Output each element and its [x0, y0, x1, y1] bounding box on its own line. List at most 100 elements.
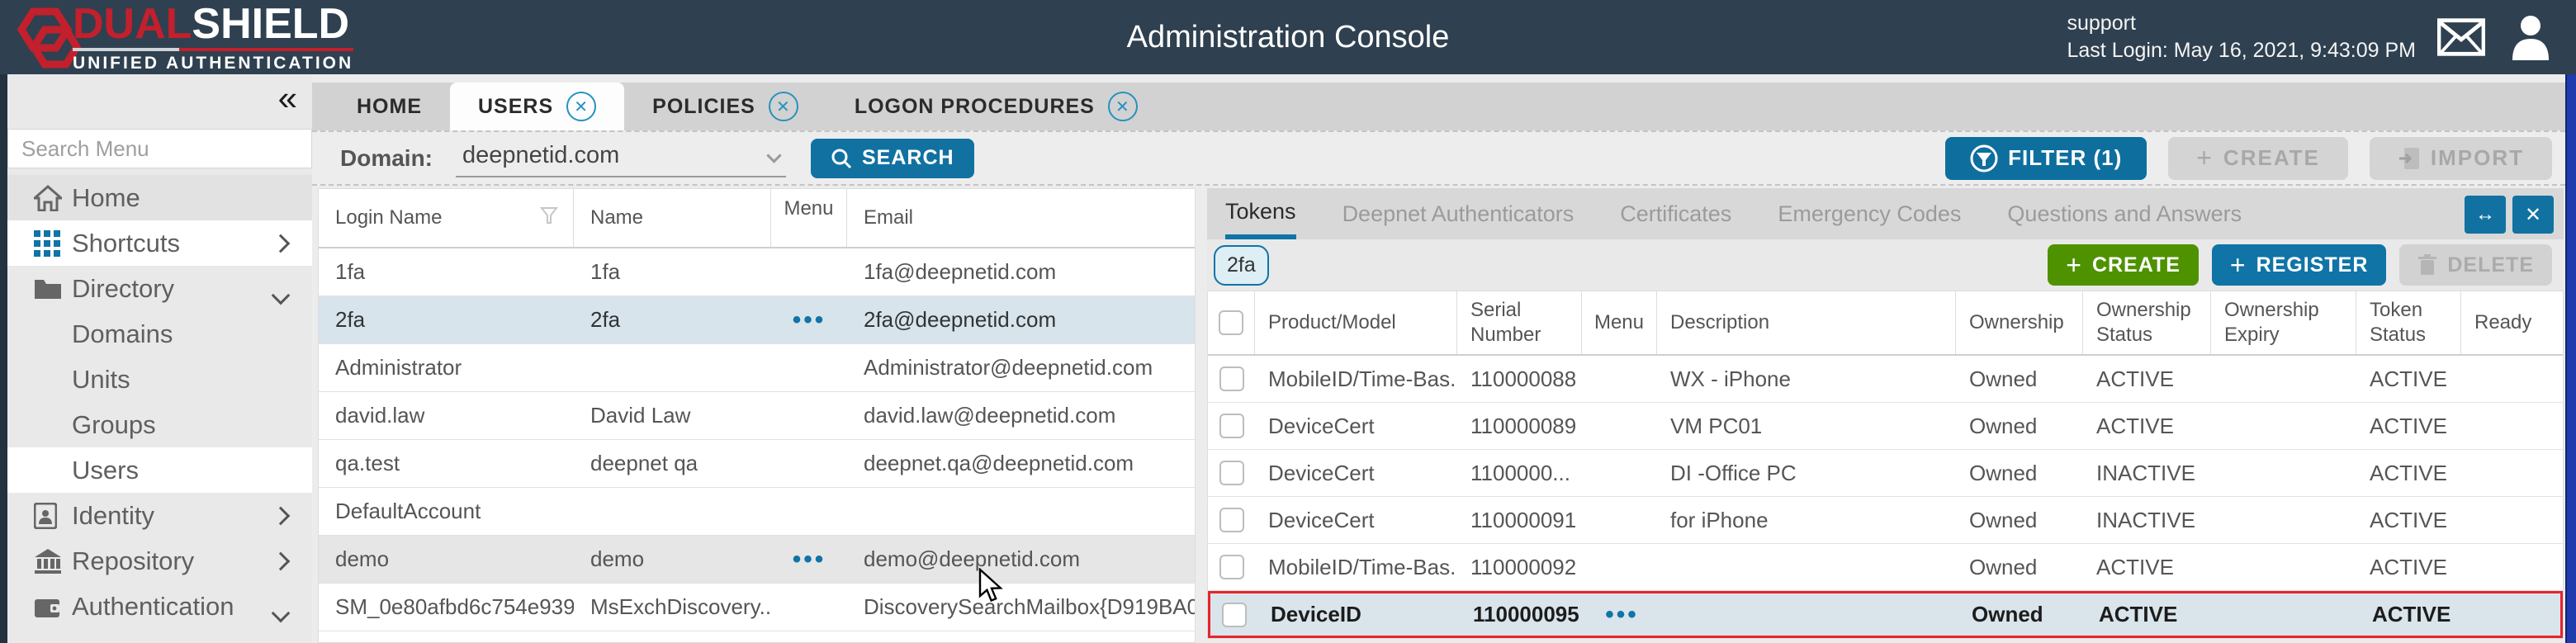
search-menu-input[interactable]: [7, 129, 312, 168]
left-edge-strip: [0, 74, 7, 643]
row-menu-icon[interactable]: •••: [1605, 611, 1639, 619]
table-row-selected[interactable]: 2fa 2fa ••• 2fa@deepnetid.com: [319, 296, 1195, 344]
sidebar-item-domains[interactable]: Domains: [7, 311, 312, 357]
close-tab-icon[interactable]: ✕: [769, 92, 798, 121]
table-row[interactable]: DeviceCert 1100000... DI -Office PC Owne…: [1208, 450, 2563, 497]
row-checkbox[interactable]: [1219, 508, 1244, 532]
users-table-header: Login Name Name Menu Email: [319, 189, 1195, 248]
sidebar-item-directory[interactable]: Directory: [7, 266, 312, 311]
sidebar-menu: Home Shortcuts Directory Domains Units G…: [7, 175, 312, 629]
delete-token-button[interactable]: DELETE: [2399, 244, 2552, 286]
column-ownership[interactable]: Ownership: [1956, 291, 2083, 354]
column-name[interactable]: Name: [574, 189, 771, 247]
table-row[interactable]: DeviceCert 110000089 VM PC01 Owned ACTIV…: [1208, 403, 2563, 450]
row-checkbox[interactable]: [1219, 414, 1244, 438]
table-row-hovered[interactable]: demo demo ••• demo@deepnetid.com: [319, 536, 1195, 584]
column-email[interactable]: Email: [847, 189, 1195, 247]
row-menu-icon[interactable]: •••: [793, 316, 826, 324]
close-panel-button[interactable]: ✕: [2512, 196, 2554, 234]
row-checkbox[interactable]: [1219, 366, 1244, 391]
sidebar-item-authentication[interactable]: Authentication: [7, 584, 312, 629]
column-token-status[interactable]: Token Status: [2356, 291, 2461, 354]
sidebar-item-groups[interactable]: Groups: [7, 402, 312, 447]
sidebar-item-shortcuts[interactable]: Shortcuts: [7, 220, 312, 266]
close-tab-icon[interactable]: ✕: [566, 92, 596, 121]
create-user-button[interactable]: + CREATE: [2168, 137, 2348, 180]
column-serial-number[interactable]: Serial Number: [1457, 291, 1582, 354]
sidebar-item-home[interactable]: Home: [7, 175, 312, 220]
table-row[interactable]: MobileID/Time-Bas... 110000092 Owned ACT…: [1208, 544, 2563, 591]
tab-logon-procedures[interactable]: LOGON PROCEDURES ✕: [826, 83, 1166, 130]
table-row[interactable]: david.law David Law david.law@deepnetid.…: [319, 392, 1195, 440]
tab-questions-answers[interactable]: Questions and Answers: [2007, 188, 2242, 239]
chevron-down-icon: [272, 604, 291, 623]
close-tab-icon[interactable]: ✕: [1108, 92, 1138, 121]
sidebar-collapse-icon[interactable]: «: [278, 81, 297, 116]
sidebar-search: ✕: [7, 129, 312, 168]
administration-console: DUALSHIELD UNIFIED AUTHENTICATION Admini…: [0, 0, 2576, 643]
status-badge: ACTIVE: [2356, 497, 2461, 543]
row-menu-icon[interactable]: •••: [793, 556, 826, 564]
table-row[interactable]: DefaultAccount: [319, 488, 1195, 536]
filter-button[interactable]: FILTER (1): [1945, 137, 2147, 180]
user-chip[interactable]: 2fa: [1214, 245, 1269, 286]
tab-emergency-codes[interactable]: Emergency Codes: [1778, 188, 1961, 239]
mail-icon[interactable]: [2437, 18, 2485, 56]
table-row[interactable]: DeviceCert 110000091 for iPhone Owned IN…: [1208, 497, 2563, 544]
table-row[interactable]: qa.test deepnet qa deepnet.qa@deepnetid.…: [319, 440, 1195, 488]
table-row[interactable]: Administrator Administrator@deepnetid.co…: [319, 344, 1195, 392]
column-ownership-expiry[interactable]: Ownership Expiry: [2211, 291, 2356, 354]
chevron-right-icon: [272, 506, 291, 525]
column-ready[interactable]: Ready: [2461, 291, 2563, 354]
plus-icon: +: [2196, 143, 2214, 173]
table-row-selected[interactable]: DeviceID 110000095 ••• Owned ACTIVE ACTI…: [1208, 591, 2563, 638]
column-product-model[interactable]: Product/Model: [1255, 291, 1457, 354]
sidebar-item-units[interactable]: Units: [7, 357, 312, 402]
sidebar-item-identity[interactable]: Identity: [7, 493, 312, 538]
main-tabbar: HOME USERS ✕ POLICIES ✕ LOGON PROCEDURES…: [312, 83, 2565, 130]
column-ownership-status[interactable]: Ownership Status: [2083, 291, 2211, 354]
tab-home[interactable]: HOME: [329, 83, 450, 130]
row-checkbox[interactable]: [1219, 461, 1244, 485]
tab-certificates[interactable]: Certificates: [1620, 188, 1731, 239]
tokens-table-header: Product/Model Serial Number Menu Descrip…: [1208, 291, 2563, 356]
chevron-right-icon: [272, 551, 291, 570]
chevron-right-icon: [272, 234, 291, 253]
search-button[interactable]: SEARCH: [811, 139, 974, 178]
row-checkbox[interactable]: [1219, 555, 1244, 579]
sidebar-item-users[interactable]: Users: [7, 447, 312, 493]
filter-icon: [1970, 144, 1998, 173]
status-badge: ACTIVE: [2083, 403, 2211, 449]
username: support: [2067, 10, 2417, 37]
column-login-name[interactable]: Login Name: [335, 206, 442, 229]
detail-tabbar: Tokens Deepnet Authenticators Certificat…: [1207, 188, 2564, 239]
expand-panel-button[interactable]: ↔: [2465, 196, 2506, 234]
sidebar-item-repository[interactable]: Repository: [7, 538, 312, 584]
tab-policies[interactable]: POLICIES ✕: [624, 83, 826, 130]
table-row[interactable]: MobileID/Time-Bas... 110000088 WX - iPho…: [1208, 356, 2563, 403]
user-account-icon[interactable]: [2507, 14, 2555, 60]
create-token-button[interactable]: + CREATE: [2048, 244, 2199, 286]
column-filter-icon[interactable]: [540, 206, 558, 230]
plus-icon: +: [2230, 250, 2247, 281]
import-button[interactable]: IMPORT: [2370, 137, 2552, 180]
row-checkbox[interactable]: [1222, 603, 1247, 627]
column-menu: Menu: [771, 189, 847, 247]
import-icon: [2398, 146, 2421, 171]
tab-users[interactable]: USERS ✕: [450, 83, 624, 130]
column-menu: Menu: [1582, 291, 1657, 354]
domain-select[interactable]: deepnetid.com: [456, 139, 786, 177]
sidebar: « ✕ Home Shortcuts: [7, 74, 312, 643]
register-token-button[interactable]: + REGISTER: [2212, 244, 2386, 286]
column-description[interactable]: Description: [1657, 291, 1956, 354]
status-badge: ACTIVE: [2083, 544, 2211, 590]
table-row[interactable]: 1fa 1fa 1fa@deepnetid.com: [319, 248, 1195, 296]
tab-tokens[interactable]: Tokens: [1225, 188, 1296, 239]
table-row[interactable]: SM_0e80afbd6c754e939 MsExchDiscovery... …: [319, 584, 1195, 631]
last-login: Last Login: May 16, 2021, 9:43:09 PM: [2067, 37, 2417, 64]
tab-deepnet-authenticators[interactable]: Deepnet Authenticators: [1342, 188, 1574, 239]
select-all-checkbox[interactable]: [1219, 310, 1243, 335]
chevron-down-icon: [272, 286, 291, 305]
status-badge: ACTIVE: [2356, 450, 2461, 496]
logo-wordmark: DUALSHIELD: [73, 2, 353, 46]
